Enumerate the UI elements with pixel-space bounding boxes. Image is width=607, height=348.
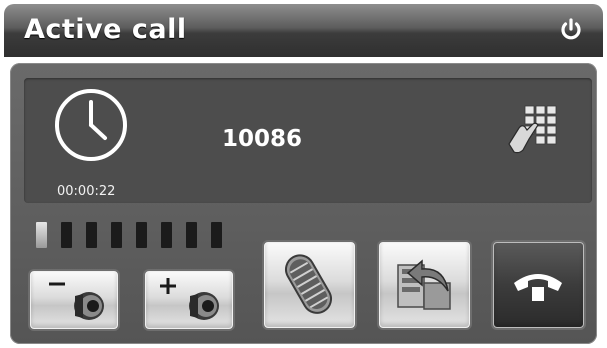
clock-icon: [55, 89, 127, 161]
caller-number: 10086: [222, 126, 303, 152]
volume-bar: [211, 222, 222, 248]
volume-up-button[interactable]: [145, 271, 233, 329]
volume-bar: [36, 222, 47, 248]
dialpad-icon: [508, 105, 557, 154]
microphone-button[interactable]: [264, 242, 355, 328]
active-call-screen: Active call 00:00:22 10086: [0, 0, 607, 348]
volume-bar: [86, 222, 97, 248]
dialpad-button[interactable]: [505, 104, 563, 158]
volume-bar: [111, 222, 122, 248]
transfer-icon: [397, 259, 451, 310]
page-title: Active call: [24, 14, 187, 45]
volume-bar: [136, 222, 147, 248]
volume-bar: [61, 222, 72, 248]
title-bar: Active call: [4, 4, 603, 57]
volume-down-button[interactable]: [30, 271, 118, 329]
volume-bar: [161, 222, 172, 248]
microphone-icon: [285, 254, 332, 314]
power-button[interactable]: [557, 16, 585, 44]
power-icon: [561, 18, 581, 40]
volume-down-icon: [49, 282, 104, 320]
call-duration: 00:00:22: [57, 184, 116, 199]
volume-bar: [186, 222, 197, 248]
volume-up-icon: [160, 278, 219, 320]
hangup-button[interactable]: [493, 242, 584, 328]
transfer-button[interactable]: [379, 242, 470, 328]
hangup-icon: [514, 274, 562, 301]
